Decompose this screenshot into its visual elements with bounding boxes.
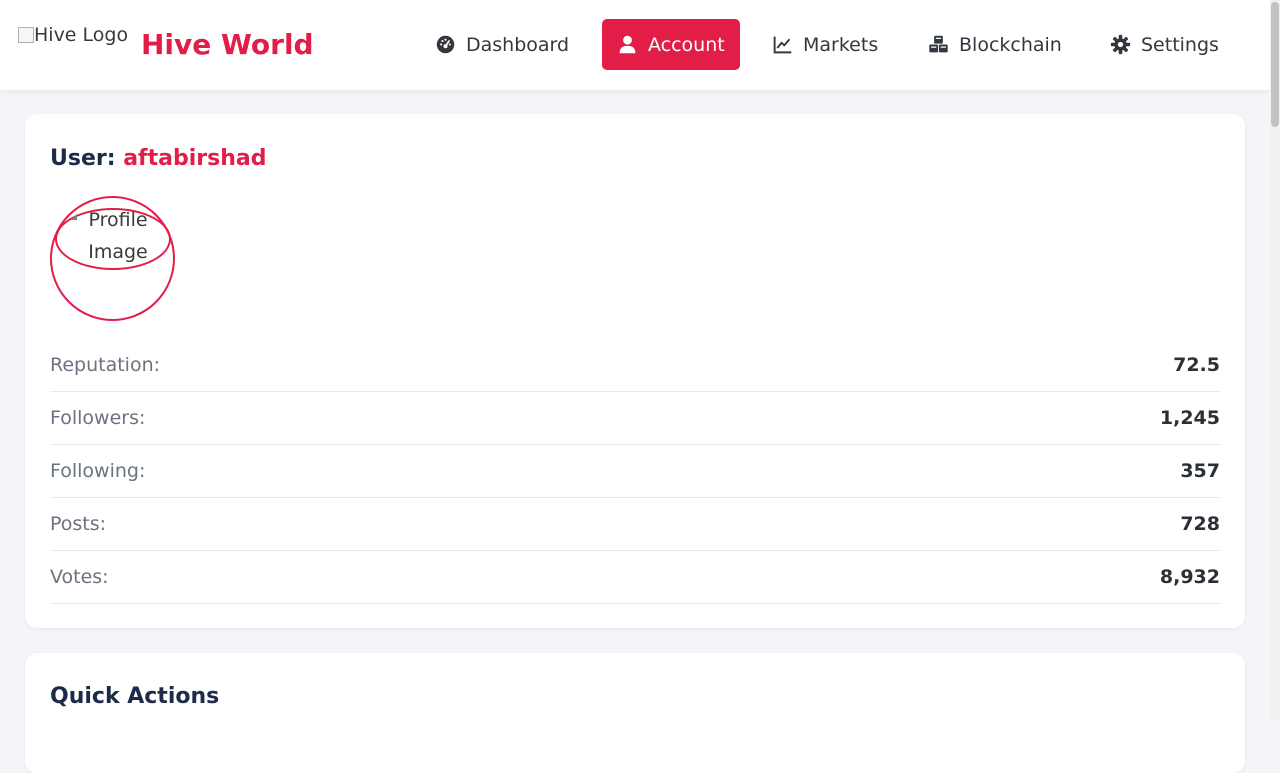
broken-image-icon: [18, 27, 34, 43]
nav-dashboard-label: Dashboard: [466, 33, 570, 56]
nav-blockchain-label: Blockchain: [959, 33, 1062, 56]
brand-title[interactable]: Hive World: [141, 28, 314, 61]
stat-row-votes: Votes: 8,932: [50, 551, 1220, 604]
nav-account-label: Account: [648, 33, 725, 56]
stat-row-posts: Posts: 728: [50, 498, 1220, 551]
stat-label: Following:: [50, 460, 146, 482]
stat-row-following: Following: 357: [50, 445, 1220, 498]
broken-image-icon: [71, 214, 77, 220]
stat-value: 357: [1180, 460, 1220, 482]
stat-label: Reputation:: [50, 354, 161, 376]
hive-logo[interactable]: Hive Logo: [18, 24, 128, 46]
stat-label: Followers:: [50, 407, 146, 429]
user-card: User: aftabirshad Profile Image Reputati…: [25, 114, 1245, 628]
gauge-icon: [435, 34, 456, 55]
nav-markets[interactable]: Markets: [757, 19, 893, 70]
nav-dashboard[interactable]: Dashboard: [420, 19, 584, 70]
nav-settings-label: Settings: [1141, 33, 1219, 56]
nav-markets-label: Markets: [803, 33, 879, 56]
user-stats: Reputation: 72.5 Followers: 1,245 Follow…: [50, 339, 1220, 604]
stat-row-followers: Followers: 1,245: [50, 392, 1220, 445]
nav-blockchain[interactable]: Blockchain: [913, 19, 1077, 70]
profile-image-alt: Profile Image: [68, 204, 168, 268]
cubes-icon: [928, 34, 949, 55]
chart-line-icon: [772, 34, 793, 55]
user-heading: User: aftabirshad: [50, 146, 266, 171]
logo-alt-text: Hive Logo: [34, 24, 129, 46]
stat-label: Posts:: [50, 513, 107, 535]
nav-settings[interactable]: Settings: [1095, 19, 1234, 70]
top-navbar: Hive Logo Hive World Dashboard Account M…: [0, 0, 1270, 90]
avatar: Profile Image: [50, 196, 175, 321]
quick-actions-title: Quick Actions: [50, 684, 220, 709]
scrollbar-thumb[interactable]: [1271, 2, 1279, 127]
stat-label: Votes:: [50, 566, 109, 588]
stat-value: 728: [1180, 513, 1220, 535]
stat-value: 8,932: [1159, 566, 1220, 588]
username: aftabirshad: [123, 146, 267, 171]
nav-account[interactable]: Account: [602, 19, 740, 70]
profile-image-alt-text: Profile Image: [88, 209, 148, 263]
user-icon: [617, 34, 638, 55]
stat-value: 72.5: [1173, 354, 1220, 376]
user-heading-prefix: User:: [50, 146, 116, 171]
stat-value: 1,245: [1159, 407, 1220, 429]
quick-actions-card: Quick Actions: [25, 653, 1245, 773]
stat-row-reputation: Reputation: 72.5: [50, 339, 1220, 392]
gear-icon: [1110, 34, 1131, 55]
